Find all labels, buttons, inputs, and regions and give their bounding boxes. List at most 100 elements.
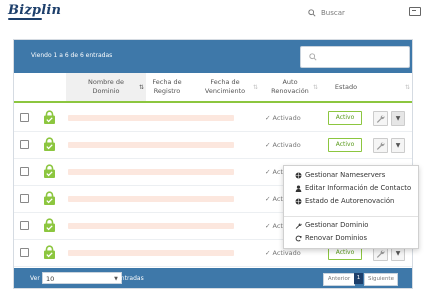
sort-icon: ⇅ xyxy=(252,84,258,91)
check-icon: ✓ xyxy=(265,114,273,122)
column-header-exp-date[interactable]: Fecha de Vencimiento ⇅ xyxy=(190,73,260,101)
table-head: Nombre de Dominio ⇅ Fecha de Registro Fe… xyxy=(14,73,412,102)
auto-renew-text: Activado xyxy=(272,114,301,122)
lock-icon xyxy=(44,164,55,178)
entries-label: Entradas xyxy=(117,275,144,282)
table-row: ✓ Activado Activo ▼ xyxy=(14,131,412,159)
column-header-status[interactable]: Estado xyxy=(320,73,372,101)
search-icon xyxy=(308,9,316,17)
domain-name-redacted xyxy=(68,115,176,121)
row-checkbox[interactable] xyxy=(20,248,29,257)
table-search-box[interactable] xyxy=(300,46,410,68)
card-icon[interactable] xyxy=(409,7,421,16)
column-header-auto-renew-label: Auto Renovación xyxy=(271,78,309,95)
auto-renew-status: ✓ Activado xyxy=(265,141,301,149)
globe-icon xyxy=(295,171,302,179)
auto-renew-status: ✓ Activado xyxy=(265,114,301,122)
lock-icon xyxy=(44,245,55,259)
auto-renew-text: Activado xyxy=(272,249,301,257)
column-header-auto-renew[interactable]: Auto Renovación ⇅ xyxy=(260,73,320,101)
menu-item-label: Gestionar Nameservers xyxy=(305,171,386,179)
user-icon xyxy=(295,184,302,192)
row-checkbox[interactable] xyxy=(20,194,29,203)
menu-divider xyxy=(284,216,418,217)
wrench-icon xyxy=(376,115,385,123)
domain-name-redacted xyxy=(68,223,176,229)
row-checkbox[interactable] xyxy=(20,113,29,122)
wrench-icon xyxy=(376,142,385,150)
column-header-actions[interactable]: ⇅ xyxy=(372,73,412,101)
logo[interactable]: Bizplin xyxy=(8,3,61,18)
actions-dropdown-toggle[interactable]: ▼ xyxy=(391,138,405,153)
previous-page-button[interactable]: Anterior xyxy=(323,273,355,286)
logo-underline xyxy=(8,18,42,20)
date-redacted xyxy=(174,250,234,256)
menu-item-manage-domain[interactable]: Gestionar Dominio xyxy=(295,221,368,229)
check-icon: ✓ xyxy=(265,195,273,203)
status-badge: Activo xyxy=(328,111,362,125)
lock-icon xyxy=(44,191,55,205)
per-page-value: 10 xyxy=(46,275,55,283)
menu-item-label: Renovar Dominios xyxy=(305,234,368,242)
wrench-icon xyxy=(376,250,385,258)
column-header-reg-date[interactable]: Fecha de Registro xyxy=(146,73,188,101)
lock-icon xyxy=(44,110,55,124)
top-search-label: Buscar xyxy=(321,9,345,17)
check-icon: ✓ xyxy=(265,141,273,149)
manage-button[interactable] xyxy=(373,138,388,153)
column-header-domain-label: Nombre de Dominio xyxy=(87,78,125,95)
menu-item-edit-contact[interactable]: Editar Información de Contacto xyxy=(295,184,411,192)
domain-name-redacted xyxy=(68,250,176,256)
table-search-input[interactable] xyxy=(321,49,409,65)
manage-button[interactable] xyxy=(373,111,388,126)
top-bar: Bizplin Buscar xyxy=(0,0,424,26)
row-checkbox[interactable] xyxy=(20,140,29,149)
domain-actions-menu: Gestionar Nameservers Editar Información… xyxy=(283,165,419,249)
search-icon xyxy=(309,53,317,61)
header-accent-line xyxy=(14,101,412,103)
domains-panel: Viendo 1 a 6 de 6 entradas Nombre de Dom… xyxy=(13,39,419,289)
check-icon: ✓ xyxy=(265,168,273,176)
menu-item-label: Estado de Autorenovación xyxy=(305,197,395,205)
table-header-band: Viendo 1 a 6 de 6 entradas xyxy=(14,40,412,73)
caret-down-icon: ▼ xyxy=(395,142,401,149)
lock-icon xyxy=(44,137,55,151)
actions-dropdown-toggle[interactable]: ▼ xyxy=(391,111,405,126)
menu-item-label: Editar Información de Contacto xyxy=(305,184,412,192)
row-checkbox[interactable] xyxy=(20,167,29,176)
column-header-status-label: Estado xyxy=(334,82,358,91)
menu-item-label: Gestionar Dominio xyxy=(305,221,369,229)
table-row: ✓ Activado Activo ▼ xyxy=(14,104,412,132)
caret-down-icon: ▼ xyxy=(395,250,401,257)
check-icon: ✓ xyxy=(265,222,273,230)
top-search[interactable]: Buscar xyxy=(308,6,345,20)
table-footer-band: Ver 10 ▼ Entradas Anterior 1 Siguiente xyxy=(14,268,412,288)
menu-item-manage-nameservers[interactable]: Gestionar Nameservers xyxy=(295,171,385,179)
auto-renew-status: ✓ Activado xyxy=(265,249,301,257)
domain-name-redacted xyxy=(68,142,176,148)
column-header-exp-date-label: Fecha de Vencimiento xyxy=(204,78,246,95)
status-badge: Activo xyxy=(328,138,362,152)
caret-down-icon: ▼ xyxy=(395,115,401,122)
next-page-button[interactable]: Siguiente xyxy=(364,273,398,286)
per-page-label: Ver xyxy=(30,275,40,282)
refresh-icon xyxy=(295,235,302,241)
domain-name-redacted xyxy=(68,196,176,202)
wrench-icon xyxy=(295,222,302,229)
date-redacted xyxy=(174,115,234,121)
sort-icon: ⇅ xyxy=(312,84,318,91)
column-header-reg-date-label: Fecha de Registro xyxy=(152,78,182,95)
per-page-select[interactable]: 10 ▼ xyxy=(42,272,122,284)
row-checkbox[interactable] xyxy=(20,221,29,230)
sort-icon: ⇅ xyxy=(404,84,410,91)
check-icon: ✓ xyxy=(265,249,273,257)
column-header-domain[interactable]: Nombre de Dominio ⇅ xyxy=(66,73,146,101)
sort-icon: ⇅ xyxy=(138,84,144,91)
current-page-button[interactable]: 1 xyxy=(354,273,363,284)
menu-item-autorenew-status[interactable]: Estado de Autorenovación xyxy=(295,197,394,205)
menu-item-renew-domains[interactable]: Renovar Dominios xyxy=(295,234,367,242)
date-redacted xyxy=(174,196,234,202)
viewing-entries-text: Viendo 1 a 6 de 6 entradas xyxy=(31,52,113,59)
date-redacted xyxy=(174,223,234,229)
date-redacted xyxy=(174,142,234,148)
